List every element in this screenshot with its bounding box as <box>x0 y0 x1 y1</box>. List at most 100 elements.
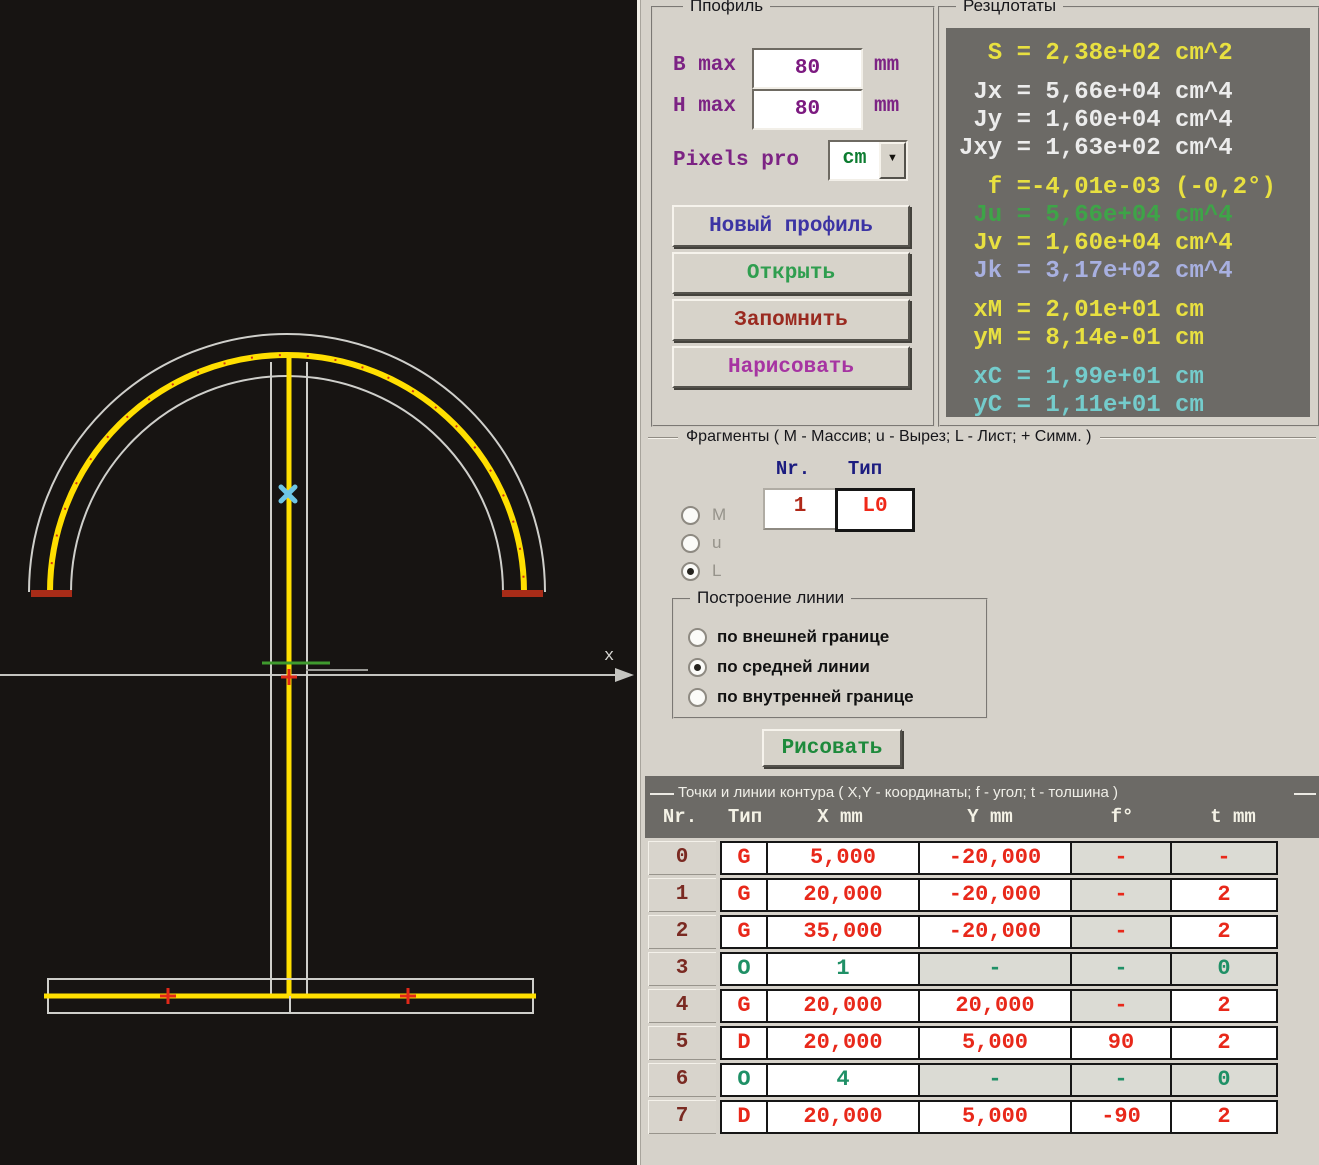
chevron-down-icon[interactable]: ▼ <box>879 142 906 179</box>
fragment-nr-input[interactable]: 1 <box>763 488 837 530</box>
cell-type[interactable]: O <box>722 1065 768 1095</box>
cell-type[interactable]: G <box>722 917 768 947</box>
cell-x[interactable]: 20,000 <box>768 991 920 1021</box>
row-cells: D20,0005,000-902 <box>720 1100 1278 1134</box>
cell-y[interactable]: -20,000 <box>920 843 1072 873</box>
radio-icon <box>681 506 700 525</box>
cell-type[interactable]: G <box>722 843 768 873</box>
cell-type[interactable]: G <box>722 880 768 910</box>
cell-type[interactable]: O <box>722 954 768 984</box>
table-frame-dash-right <box>1294 793 1316 795</box>
cell-f[interactable]: - <box>1072 1065 1172 1095</box>
cell-y[interactable]: -20,000 <box>920 880 1072 910</box>
cell-t[interactable]: 2 <box>1172 1028 1276 1058</box>
arch-left-end-cap <box>31 590 72 597</box>
cell-type[interactable]: G <box>722 991 768 1021</box>
result-line-1: Jx = 5,66e+04 cm^4 <box>959 79 1310 107</box>
line-mode-options: по внешней границе по средней линиипо вну… <box>674 600 986 712</box>
arch-right-end-cap <box>502 590 543 597</box>
cell-f[interactable]: - <box>1072 843 1172 873</box>
points-table-title: Точки и линии контура ( X,Y - координаты… <box>678 784 1118 801</box>
results-lines: S = 2,38e+02 cm^2 Jx = 5,66e+04 cm^4 Jy … <box>946 28 1310 420</box>
cell-t[interactable]: 2 <box>1172 1102 1276 1132</box>
fragment-type-radio-M[interactable]: M <box>681 501 726 529</box>
line-mode-title: Построение линии <box>690 588 851 608</box>
cell-y[interactable]: 20,000 <box>920 991 1072 1021</box>
panel-edge-highlight <box>637 0 641 1165</box>
profile-button-1[interactable]: Новый профиль <box>672 205 910 247</box>
cell-y[interactable]: 5,000 <box>920 1028 1072 1058</box>
x-axis-label: x <box>604 647 614 666</box>
cell-t[interactable]: 2 <box>1172 991 1276 1021</box>
line-mode-option-2[interactable]: по внутренней границе <box>674 682 986 712</box>
cell-y[interactable]: - <box>920 1065 1072 1095</box>
cell-t[interactable]: - <box>1172 843 1276 873</box>
cell-x[interactable]: 20,000 <box>768 1028 920 1058</box>
cell-x[interactable]: 20,000 <box>768 1102 920 1132</box>
canvas-background <box>0 0 637 1165</box>
results-panel: Резцлотаты S = 2,38e+02 cm^2 Jx = 5,66e+… <box>938 6 1319 427</box>
result-line-0: S = 2,38e+02 cm^2 <box>959 40 1310 68</box>
profile-button-3[interactable]: Запомнить <box>672 299 910 341</box>
profile-panel-title: Ппофиль <box>683 0 770 16</box>
profile-buttons: Новый профиль Открыть Запомнить Нарисовать <box>672 205 910 393</box>
table-row-2: 2G35,000-20,000-2 <box>648 915 1278 949</box>
cell-t[interactable]: 0 <box>1172 1065 1276 1095</box>
profile-button-2[interactable]: Открыть <box>672 252 910 294</box>
h-max-input[interactable]: 80 <box>752 89 863 130</box>
col-header-nr: Nr. <box>656 806 704 828</box>
col-header-x: X mm <box>790 806 890 828</box>
col-header-f: f° <box>1095 806 1149 828</box>
cell-x[interactable]: 20,000 <box>768 880 920 910</box>
table-row-7: 7D20,0005,000-902 <box>648 1100 1278 1134</box>
fragment-type-input[interactable]: L0 <box>835 488 915 532</box>
cell-f[interactable]: -90 <box>1072 1102 1172 1132</box>
pixels-pro-select[interactable]: cm ▼ <box>828 140 908 181</box>
cell-t[interactable]: 2 <box>1172 880 1276 910</box>
result-line-5: Ju = 5,66e+04 cm^4 <box>959 202 1310 230</box>
cell-f[interactable]: - <box>1072 880 1172 910</box>
col-header-t: t mm <box>1202 806 1264 828</box>
radio-label: по внешней границе <box>717 627 889 647</box>
application-window: x Ппофиль B <box>0 0 1319 1165</box>
table-frame-dash-left <box>650 793 674 795</box>
cell-y[interactable]: 5,000 <box>920 1102 1072 1132</box>
result-line-11: yC = 1,11e+01 cm <box>959 392 1310 420</box>
row-number: 7 <box>648 1100 716 1134</box>
draw-button[interactable]: Рисовать <box>762 729 902 767</box>
row-cells: G35,000-20,000-2 <box>720 915 1278 949</box>
line-mode-option-1[interactable]: по средней линии <box>674 652 986 682</box>
radio-label: M <box>712 505 726 525</box>
line-mode-group: Построение линии по внешней границепо ср… <box>672 598 988 719</box>
row-cells: O4--0 <box>720 1063 1278 1097</box>
cell-f[interactable]: - <box>1072 954 1172 984</box>
cell-t[interactable]: 0 <box>1172 954 1276 984</box>
radio-icon <box>688 688 707 707</box>
row-number: 0 <box>648 841 716 875</box>
profile-button-4[interactable]: Нарисовать <box>672 346 910 388</box>
cell-x[interactable]: 5,000 <box>768 843 920 873</box>
cell-x[interactable]: 4 <box>768 1065 920 1095</box>
row-number: 3 <box>648 952 716 986</box>
cell-y[interactable]: - <box>920 954 1072 984</box>
row-number: 5 <box>648 1026 716 1060</box>
fragment-type-radio-u[interactable]: u <box>681 529 726 557</box>
line-mode-option-0[interactable]: по внешней границе <box>674 622 986 652</box>
cell-y[interactable]: -20,000 <box>920 917 1072 947</box>
cell-f[interactable]: 90 <box>1072 1028 1172 1058</box>
pixels-pro-label: Pixels pro <box>673 149 799 172</box>
fragment-type-radios: MuL <box>681 501 726 585</box>
cell-f[interactable]: - <box>1072 991 1172 1021</box>
result-line-10: xC = 1,99e+01 cm <box>959 364 1310 392</box>
cell-type[interactable]: D <box>722 1102 768 1132</box>
table-row-5: 5D20,0005,000902 <box>648 1026 1278 1060</box>
fragment-type-radio-L[interactable]: L <box>681 557 726 585</box>
cell-f[interactable]: - <box>1072 917 1172 947</box>
cell-t[interactable]: 2 <box>1172 917 1276 947</box>
cell-x[interactable]: 1 <box>768 954 920 984</box>
cell-x[interactable]: 35,000 <box>768 917 920 947</box>
h-max-unit: mm <box>874 95 899 118</box>
drawing-canvas[interactable]: x <box>0 0 637 1165</box>
cell-type[interactable]: D <box>722 1028 768 1058</box>
b-max-input[interactable]: 80 <box>752 48 863 89</box>
